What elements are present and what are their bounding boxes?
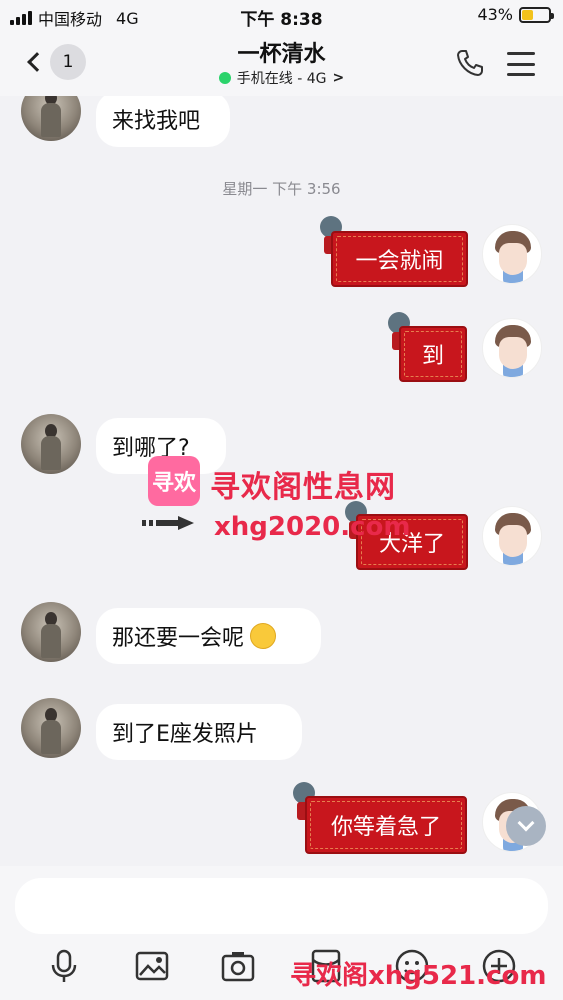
chat-header: 1 一杯清水 手机在线 - 4G > <box>0 32 563 96</box>
thinking-face-icon <box>250 623 277 649</box>
message-input[interactable] <box>15 878 548 934</box>
contact-avatar[interactable] <box>21 96 81 141</box>
menu-icon[interactable] <box>507 52 535 76</box>
message-bubble-outgoing[interactable]: 大洋了 <box>356 514 468 570</box>
message-list[interactable]: 来找我吧 星期一 下午 3:56 一会就闹 到 到哪了? 大洋了 那还要一会呢 … <box>0 96 563 866</box>
phone-call-icon[interactable] <box>455 48 485 78</box>
chevron-right-icon: > <box>332 70 345 86</box>
input-area: 寻欢阁xhg521.com <box>0 866 563 1000</box>
online-dot-icon <box>218 72 231 84</box>
status-right: 43% <box>477 5 554 24</box>
my-avatar[interactable] <box>482 318 542 378</box>
message-timestamp: 星期一 下午 3:56 <box>222 180 341 198</box>
online-status-text: 手机在线 - 4G <box>236 71 327 87</box>
status-bar: 中国移动 4G 下午 8:38 43% <box>0 0 563 32</box>
my-avatar[interactable] <box>482 224 542 284</box>
battery-percent: 43% <box>477 5 513 24</box>
message-bubble-outgoing[interactable]: 到 <box>399 326 467 382</box>
message-bubble-incoming[interactable]: 到哪了? <box>96 418 226 474</box>
message-bubble-incoming[interactable]: 来找我吧 <box>96 96 230 147</box>
my-avatar[interactable] <box>482 506 542 566</box>
battery-icon <box>519 6 554 23</box>
message-bubble-incoming[interactable]: 到了E座发照片 <box>96 704 302 760</box>
message-bubble-outgoing[interactable]: 你等着急了 <box>305 796 467 854</box>
message-bubble-incoming[interactable]: 那还要一会呢 <box>96 608 321 664</box>
microphone-icon[interactable] <box>46 948 82 984</box>
contact-avatar[interactable] <box>21 698 81 758</box>
scroll-to-bottom-button[interactable] <box>506 806 546 846</box>
contact-avatar[interactable] <box>21 414 81 474</box>
contact-avatar[interactable] <box>21 602 81 662</box>
camera-icon[interactable] <box>220 948 256 984</box>
image-icon[interactable] <box>134 948 170 984</box>
bottom-watermark: 寻欢阁xhg521.com <box>290 961 547 991</box>
message-bubble-outgoing[interactable]: 一会就闹 <box>331 231 468 287</box>
chevron-down-icon <box>517 814 535 832</box>
message-text: 那还要一会呢 <box>112 626 245 651</box>
